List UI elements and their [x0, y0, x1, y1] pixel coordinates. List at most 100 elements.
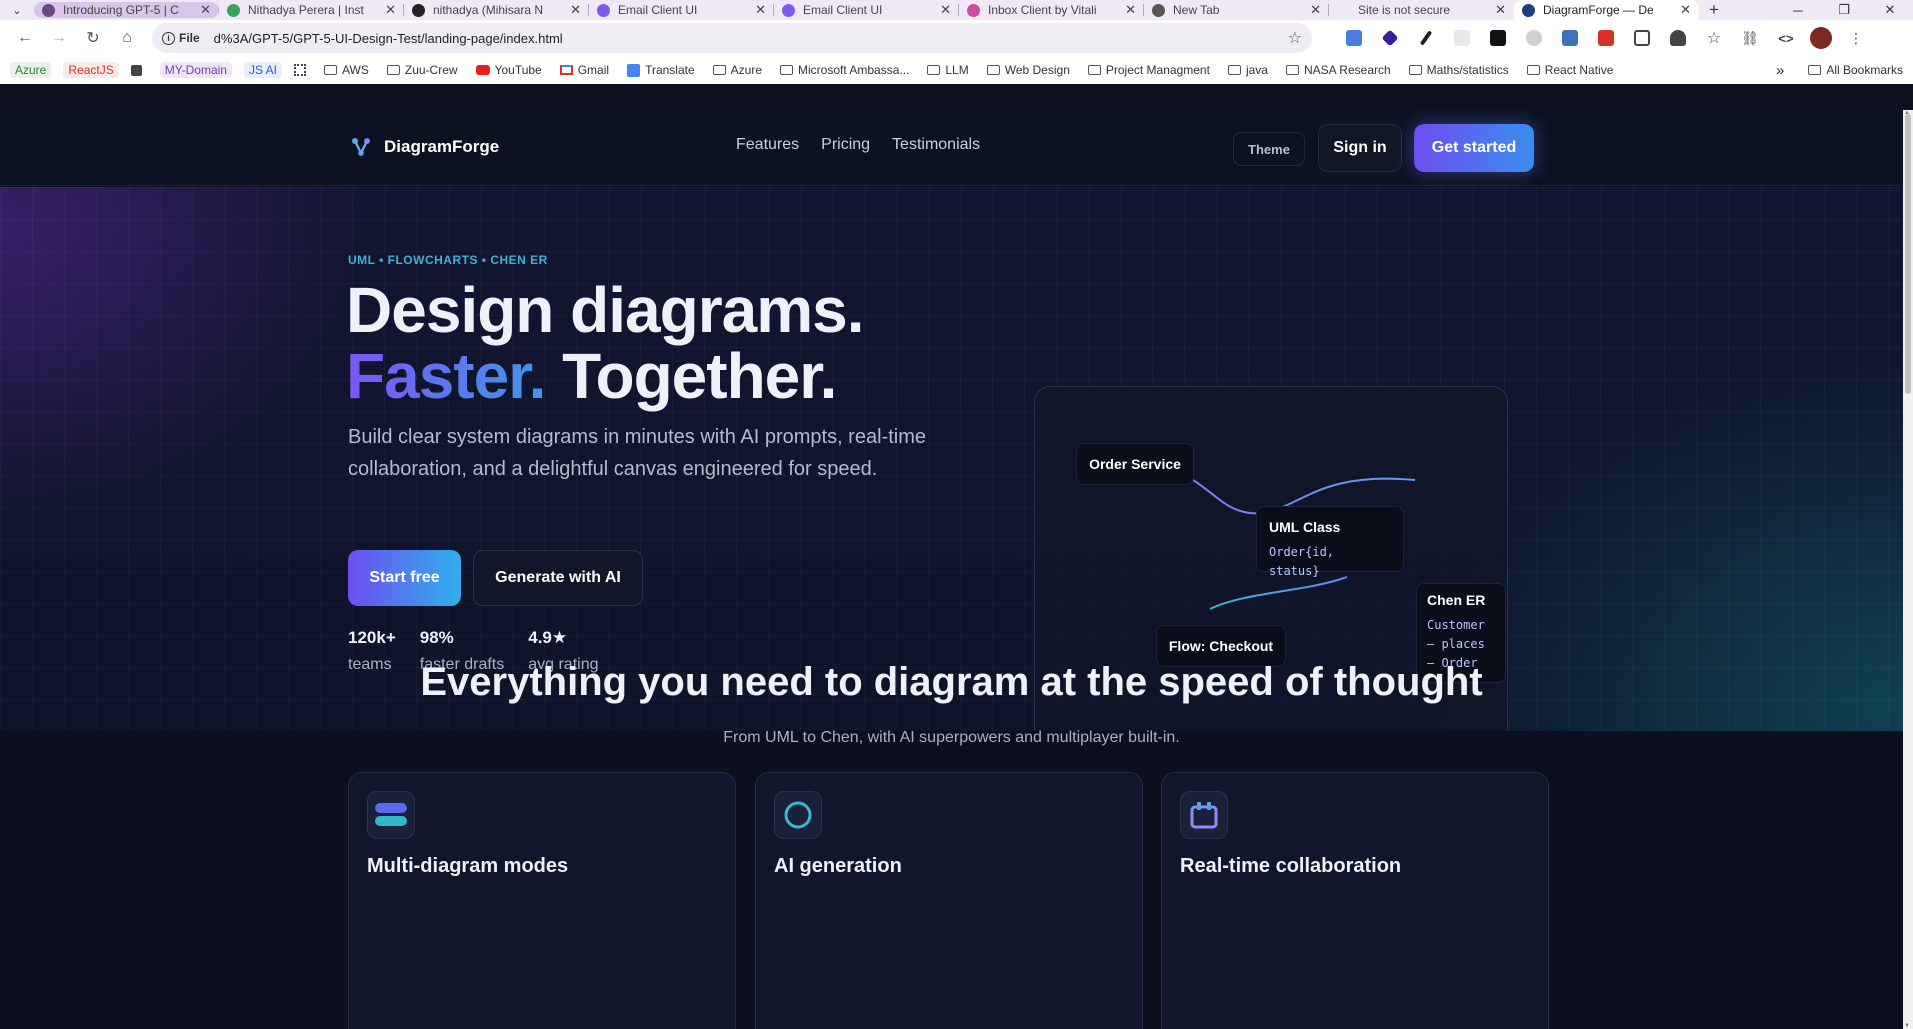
node-title: Flow: Checkout	[1168, 638, 1274, 654]
bookmark-item[interactable]: NASA Research	[1285, 63, 1391, 77]
browser-tab[interactable]: Inbox Client by Vitali ✕	[959, 0, 1144, 20]
reload-icon[interactable]: ↻	[76, 23, 110, 53]
browser-tab[interactable]: nithadya (Mihisara N ✕	[404, 0, 589, 20]
browser-menu-icon[interactable]: ⋮	[1838, 23, 1874, 53]
all-bookmarks-label: All Bookmarks	[1826, 63, 1903, 77]
bookmark-item[interactable]: Translate	[627, 63, 695, 77]
bookmark-label: LLM	[945, 63, 969, 77]
browser-tab[interactable]: Nithadya Perera | Inst ✕	[219, 0, 404, 20]
site-info-button[interactable]: i File	[162, 31, 200, 45]
nav-testimonials[interactable]: Testimonials	[892, 136, 980, 154]
tab-favicon-icon	[1522, 3, 1535, 17]
forward-icon[interactable]: →	[42, 23, 76, 53]
profile-avatar[interactable]	[1810, 27, 1832, 49]
node-uml-class[interactable]: UML Class Order{id, status}	[1256, 506, 1404, 578]
cube-extension-icon[interactable]	[1372, 23, 1408, 53]
bookmark-item[interactable]: Maths/statistics	[1408, 63, 1509, 77]
tab-close-icon[interactable]: ✕	[1310, 2, 1321, 18]
all-bookmarks-button[interactable]: All Bookmarks	[1808, 63, 1903, 77]
folder-icon	[1227, 65, 1241, 75]
folder-icon	[780, 65, 793, 75]
minimize-icon[interactable]: ─	[1775, 0, 1821, 20]
tab-title: New Tab	[1173, 3, 1220, 17]
features-heading: Everything you need to diagram at the sp…	[420, 660, 1483, 704]
feature-card-ai-generation[interactable]: AI generation	[755, 772, 1143, 1029]
theme-toggle-button[interactable]: Theme	[1233, 132, 1305, 166]
node-order-service[interactable]: Order Service	[1076, 443, 1194, 485]
browser-tab[interactable]: Email Client UI ✕	[589, 0, 774, 20]
translate-extension-icon[interactable]	[1336, 23, 1372, 53]
scroll-down-icon[interactable]: ▼	[1904, 1023, 1910, 1029]
circle-extension-icon[interactable]	[1516, 23, 1552, 53]
node-title: UML Class	[1269, 519, 1341, 535]
scrollbar-thumb[interactable]	[1905, 114, 1911, 394]
start-free-button[interactable]: Start free	[348, 550, 461, 606]
tab-close-icon[interactable]: ✕	[200, 2, 211, 18]
feature-card-multi-diagram[interactable]: Multi-diagram modes	[348, 772, 736, 1029]
bookmark-item[interactable]: Microsoft Ambassa...	[780, 63, 909, 77]
feature-title: AI generation	[774, 855, 902, 877]
bookmark-item[interactable]: Zuu-Crew	[386, 63, 458, 77]
apps-grid-icon[interactable]	[293, 64, 306, 76]
bookmark-item[interactable]: AWS	[323, 63, 369, 77]
browser-tab[interactable]: Introducing GPT-5 | C ✕	[34, 2, 219, 18]
bookmark-label: React Native	[1544, 63, 1614, 77]
incognito-icon[interactable]	[1660, 23, 1696, 53]
tab-close-icon[interactable]: ✕	[570, 2, 581, 18]
brand-logo[interactable]: DiagramForge	[350, 136, 499, 158]
folder-icon	[986, 65, 1000, 75]
tab-close-icon[interactable]: ✕	[385, 2, 396, 18]
devtools-code-icon[interactable]: <>	[1768, 23, 1804, 53]
bookmark-square-icon[interactable]	[130, 64, 142, 76]
bookmark-item[interactable]: JS AI	[243, 62, 282, 78]
generate-with-ai-button[interactable]: Generate with AI	[473, 550, 643, 606]
font-extension-icon[interactable]	[1480, 23, 1516, 53]
favorites-star-icon[interactable]: ☆	[1696, 23, 1732, 53]
get-started-button[interactable]: Get started	[1414, 124, 1534, 172]
browser-tab[interactable]: DiagramForge — De ✕	[1514, 0, 1699, 20]
browser-tab[interactable]: New Tab ✕	[1144, 0, 1329, 20]
features-subheading: From UML to Chen, with AI superpowers an…	[723, 729, 1180, 746]
image-extension-icon[interactable]	[1552, 23, 1588, 53]
url-text[interactable]: d%3A/GPT-5/GPT-5-UI-Design-Test/landing-…	[214, 31, 1288, 46]
tab-close-icon[interactable]: ✕	[940, 2, 951, 18]
back-icon[interactable]: ←	[8, 23, 42, 53]
bookmark-item[interactable]: Project Managment	[1087, 63, 1210, 77]
nav-pricing[interactable]: Pricing	[821, 136, 870, 154]
bookmark-item[interactable]: Web Design	[986, 63, 1070, 77]
tab-close-icon[interactable]: ✕	[1680, 2, 1691, 18]
tab-close-icon[interactable]: ✕	[1495, 2, 1506, 18]
tab-search-chevron-icon[interactable]: ⌄	[0, 0, 34, 20]
bookmark-item[interactable]: LLM	[927, 63, 969, 77]
bookmark-item[interactable]: Azure	[712, 63, 762, 77]
new-tab-button[interactable]: +	[1699, 0, 1729, 20]
blank-extension-icon[interactable]	[1444, 23, 1480, 53]
link-icon[interactable]: ⛓	[1732, 23, 1768, 53]
bookmark-item[interactable]: YouTube	[475, 63, 542, 77]
bookmarks-overflow-icon[interactable]: »	[1776, 62, 1784, 79]
pen-extension-icon[interactable]	[1408, 23, 1444, 53]
page-scrollbar[interactable]: ▲ ▼	[1903, 110, 1913, 1029]
puzzle-extensions-icon[interactable]	[1624, 23, 1660, 53]
close-window-icon[interactable]: ✕	[1867, 0, 1913, 20]
bookmark-item[interactable]: java	[1227, 63, 1268, 77]
sign-in-button[interactable]: Sign in	[1318, 124, 1402, 172]
browser-tab[interactable]: Email Client UI ✕	[774, 0, 959, 20]
bookmark-item[interactable]: Azure	[10, 62, 52, 78]
home-icon[interactable]: ⌂	[110, 23, 144, 53]
pdf-extension-icon[interactable]	[1588, 23, 1624, 53]
bookmark-label: Azure	[15, 63, 47, 77]
browser-tab[interactable]: Site is not secure ✕	[1329, 0, 1514, 20]
feature-card-collaboration[interactable]: Real-time collaboration	[1161, 772, 1549, 1029]
bookmark-item[interactable]: MY-Domain	[159, 62, 232, 78]
tab-close-icon[interactable]: ✕	[1125, 2, 1136, 18]
bookmark-star-icon[interactable]: ☆	[1288, 28, 1302, 48]
restore-icon[interactable]: ❐	[1821, 0, 1867, 20]
folder-icon	[1408, 65, 1422, 75]
address-bar[interactable]: i File d%3A/GPT-5/GPT-5-UI-Design-Test/l…	[152, 23, 1312, 53]
nav-features[interactable]: Features	[736, 136, 799, 154]
bookmark-item[interactable]: ReactJS	[63, 62, 119, 78]
tab-close-icon[interactable]: ✕	[755, 2, 766, 18]
bookmark-item[interactable]: React Native	[1526, 63, 1614, 77]
bookmark-item[interactable]: Gmail	[559, 63, 609, 77]
